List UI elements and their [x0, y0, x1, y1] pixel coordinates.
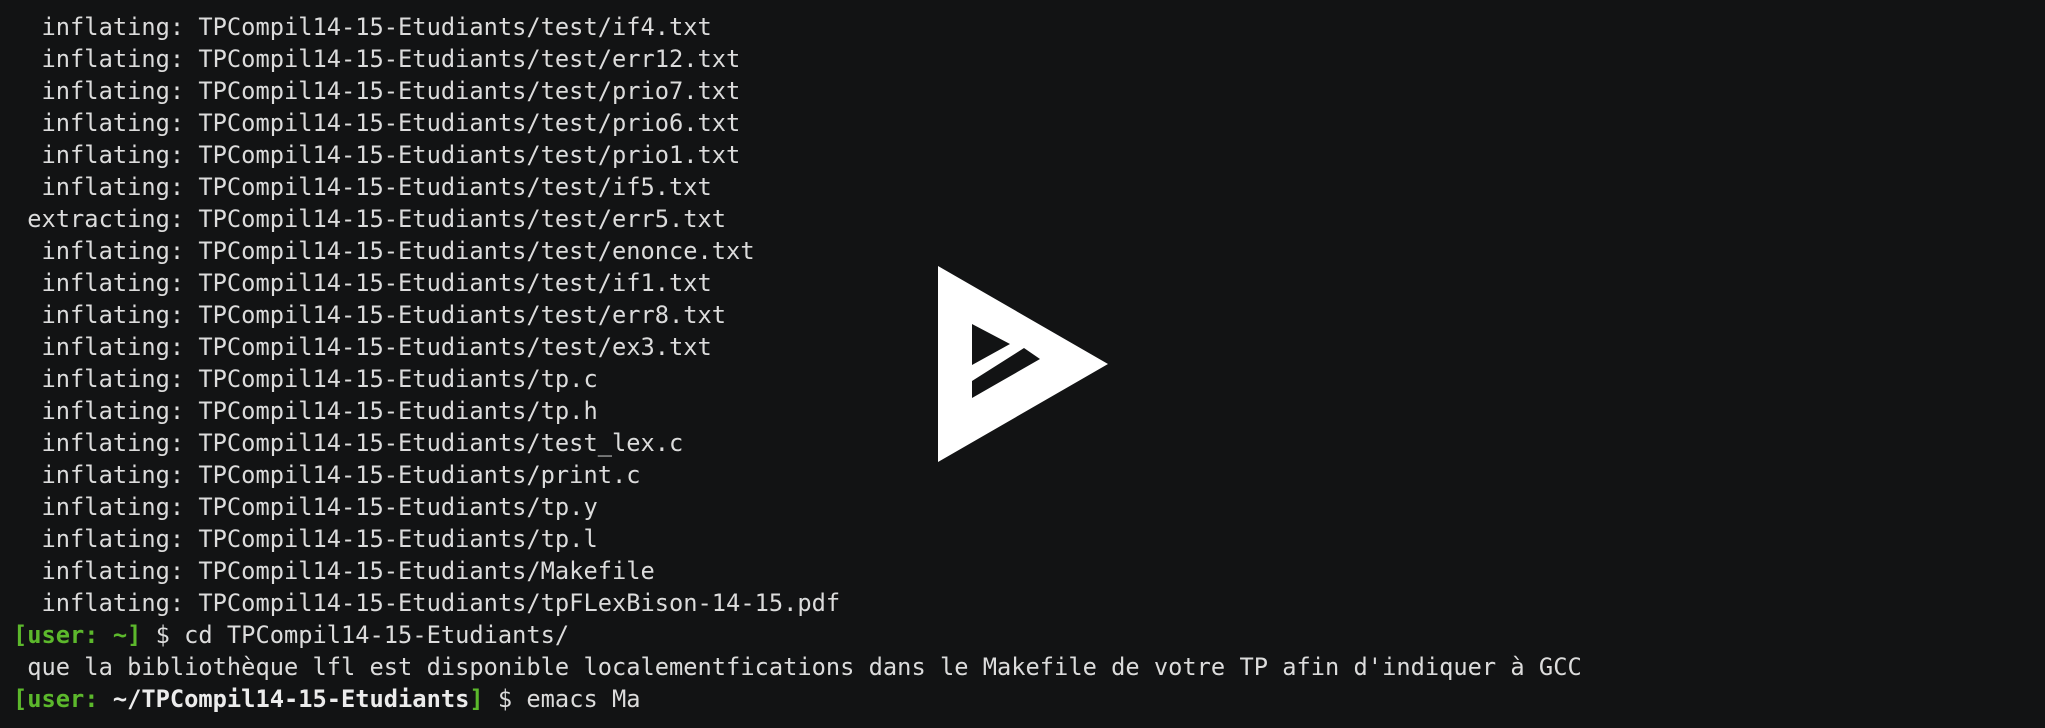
output-line: inflating: TPCompil14-15-Etudiants/tp.y — [13, 493, 598, 521]
command-input-text[interactable]: $ emacs Ma — [484, 685, 641, 713]
output-line: inflating: TPCompil14-15-Etudiants/test/… — [13, 141, 741, 169]
output-line: inflating: TPCompil14-15-Etudiants/test/… — [13, 13, 712, 41]
play-icon[interactable] — [938, 266, 1108, 462]
output-line: inflating: TPCompil14-15-Etudiants/print… — [13, 461, 641, 489]
output-line: inflating: TPCompil14-15-Etudiants/tpFLe… — [13, 589, 841, 617]
output-line: inflating: TPCompil14-15-Etudiants/test/… — [13, 173, 712, 201]
output-line: inflating: TPCompil14-15-Etudiants/test/… — [13, 45, 741, 73]
prompt-bracket-close: ] — [469, 685, 484, 713]
prompt-path: ~/TPCompil14-15-Etudiants — [112, 685, 470, 713]
terminal-window[interactable]: inflating: TPCompil14-15-Etudiants/test/… — [0, 0, 2045, 728]
prompt-path: ~ — [112, 621, 128, 649]
output-line: extracting: TPCompil14-15-Etudiants/test… — [13, 205, 727, 233]
play-icon-shape — [938, 266, 1108, 462]
wrapped-output-line: que la bibliothèque lfl est disponible l… — [13, 653, 1582, 681]
output-line: inflating: TPCompil14-15-Etudiants/test/… — [13, 77, 741, 105]
prompt-user-label: [user: — [13, 621, 113, 649]
prompt-line-cd: [user: ~] $ cd TPCompil14-15-Etudiants/ — [13, 619, 2045, 651]
prompt-user-label: [user: — [13, 685, 113, 713]
output-line: inflating: TPCompil14-15-Etudiants/tp.l — [13, 525, 598, 553]
prompt-bracket-close: ] — [127, 621, 142, 649]
output-line: inflating: TPCompil14-15-Etudiants/test/… — [13, 109, 741, 137]
command-text: $ cd TPCompil14-15-Etudiants/ — [141, 621, 570, 649]
output-line: inflating: TPCompil14-15-Etudiants/test/… — [13, 237, 755, 265]
prompt-line-current[interactable]: [user: ~/TPCompil14-15-Etudiants] $ emac… — [13, 683, 2045, 715]
output-line: inflating: TPCompil14-15-Etudiants/Makef… — [13, 557, 655, 585]
